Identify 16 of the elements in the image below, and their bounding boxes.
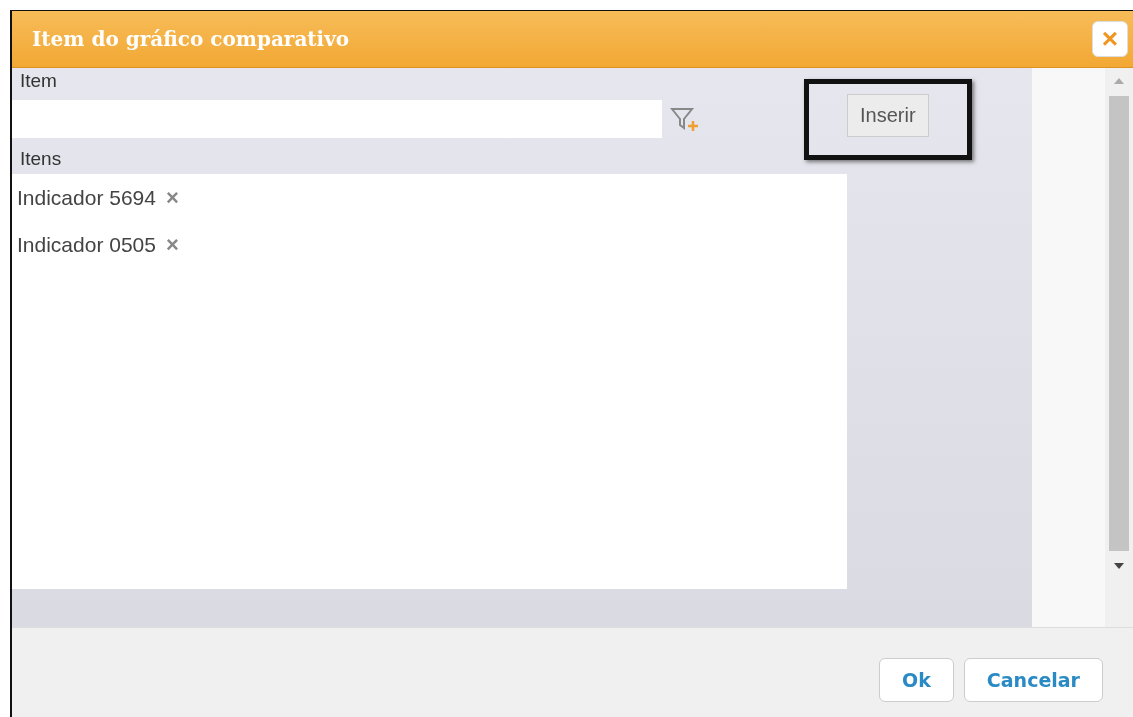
remove-button[interactable]: ×	[161, 184, 183, 211]
scroll-thumb[interactable]	[1109, 96, 1129, 551]
scroll-up-icon[interactable]	[1114, 78, 1124, 84]
dialog-button[interactable]: Ok	[879, 657, 954, 702]
scroll-down-icon[interactable]	[1114, 563, 1124, 569]
field-label: Item	[19, 69, 58, 93]
list-label: Itens	[19, 147, 63, 171]
filter-add-icon[interactable]	[670, 106, 700, 132]
dialog-button[interactable]: Cancelar	[963, 657, 1103, 702]
dialog-title: Item do gráfico comparativo	[32, 27, 350, 51]
list-item: Indicador 5694	[17, 185, 156, 210]
insert-button[interactable]: Inserir	[847, 93, 929, 137]
input-field[interactable]	[12, 100, 662, 138]
list-item: Indicador 0505	[17, 232, 156, 257]
remove-button[interactable]: ×	[161, 231, 183, 258]
close-button[interactable]: ×	[1092, 21, 1128, 57]
